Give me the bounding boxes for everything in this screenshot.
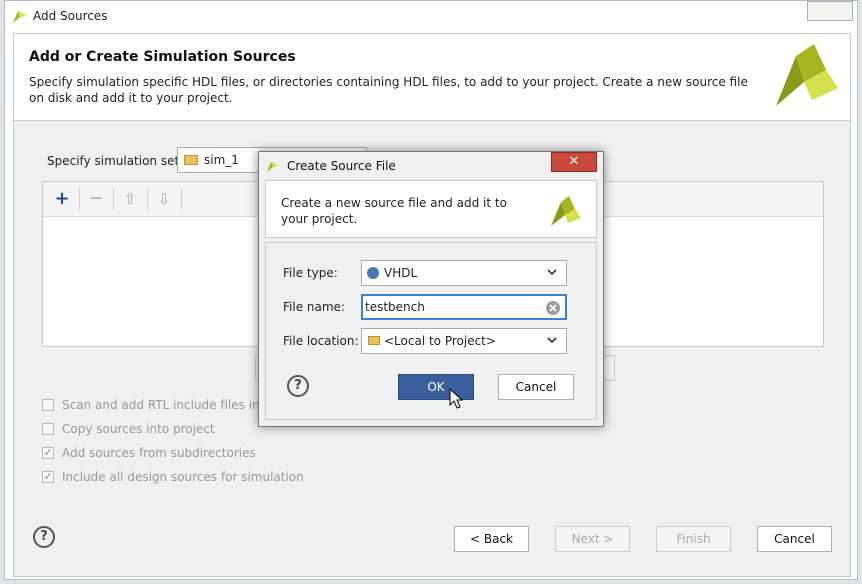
dialog-close-button[interactable]: ✕: [551, 152, 597, 172]
toolbar-separator: [79, 188, 80, 210]
simulation-set-label: Specify simulation set:: [47, 154, 184, 168]
add-source-button[interactable]: +: [51, 188, 73, 210]
next-button[interactable]: Next >: [555, 526, 630, 552]
wizard-header: Add or Create Simulation Sources Specify…: [14, 34, 850, 121]
cancel-button[interactable]: Cancel: [757, 526, 832, 552]
option-label: Add sources from subdirectories: [62, 446, 256, 460]
page-title: Add or Create Simulation Sources: [29, 49, 296, 65]
mouse-cursor-icon: [449, 388, 464, 409]
simulation-set-value: sim_1: [204, 153, 239, 167]
option-label: Scan and add RTL include files into: [62, 398, 272, 412]
dialog-description: Create a new source file and add it to y…: [281, 196, 507, 226]
file-type-value: VHDL: [384, 266, 418, 280]
clear-field-icon[interactable]: [545, 300, 561, 316]
file-type-label: File type:: [283, 266, 338, 280]
move-down-button[interactable]: ⇩: [153, 188, 175, 210]
create-source-file-dialog: Create Source File ✕ Create a new source…: [258, 151, 604, 427]
vhdl-file-icon: [367, 267, 379, 279]
window-title: Add Sources: [33, 9, 108, 23]
checkbox-checked[interactable]: ✓: [42, 447, 54, 459]
toolbar-separator: [147, 188, 148, 210]
back-button[interactable]: < Back: [454, 526, 529, 552]
folder-icon: [184, 155, 198, 165]
option-label: Include all design sources for simulatio…: [62, 470, 304, 484]
dialog-cancel-button[interactable]: Cancel: [498, 374, 574, 400]
finish-button[interactable]: Finish: [656, 526, 731, 552]
title-bar: Add Sources: [5, 1, 857, 31]
help-button[interactable]: ?: [33, 526, 55, 548]
move-up-button[interactable]: ⇧: [119, 188, 141, 210]
file-location-select[interactable]: <Local to Project>: [361, 328, 567, 354]
remove-source-button[interactable]: −: [85, 188, 107, 210]
checkbox-checked[interactable]: ✓: [42, 471, 54, 483]
app-logo-icon: [266, 161, 280, 173]
chevron-down-icon: [547, 337, 557, 344]
checkbox[interactable]: [42, 399, 54, 411]
folder-icon: [368, 336, 380, 345]
chevron-down-icon: [547, 269, 557, 276]
file-location-label: File location:: [283, 334, 359, 348]
toolbar-separator: [181, 188, 182, 210]
vendor-logo-icon: [776, 44, 838, 106]
file-name-input[interactable]: testbench: [361, 294, 567, 320]
checkbox[interactable]: [42, 423, 54, 435]
file-name-label: File name:: [283, 300, 345, 314]
page-description: Specify simulation specific HDL files, o…: [29, 75, 748, 105]
option-label: Copy sources into project: [62, 422, 215, 436]
file-type-select[interactable]: VHDL: [361, 260, 567, 286]
file-name-value: testbench: [365, 300, 425, 314]
dialog-title: Create Source File: [287, 159, 396, 173]
file-location-value: <Local to Project>: [384, 334, 496, 348]
toolbar-separator: [113, 188, 114, 210]
dialog-help-button[interactable]: ?: [287, 375, 309, 397]
dialog-header: Create a new source file and add it to y…: [265, 180, 597, 238]
vendor-logo-icon: [551, 196, 581, 226]
app-logo-icon: [13, 11, 27, 23]
window-close-button[interactable]: [807, 1, 853, 21]
